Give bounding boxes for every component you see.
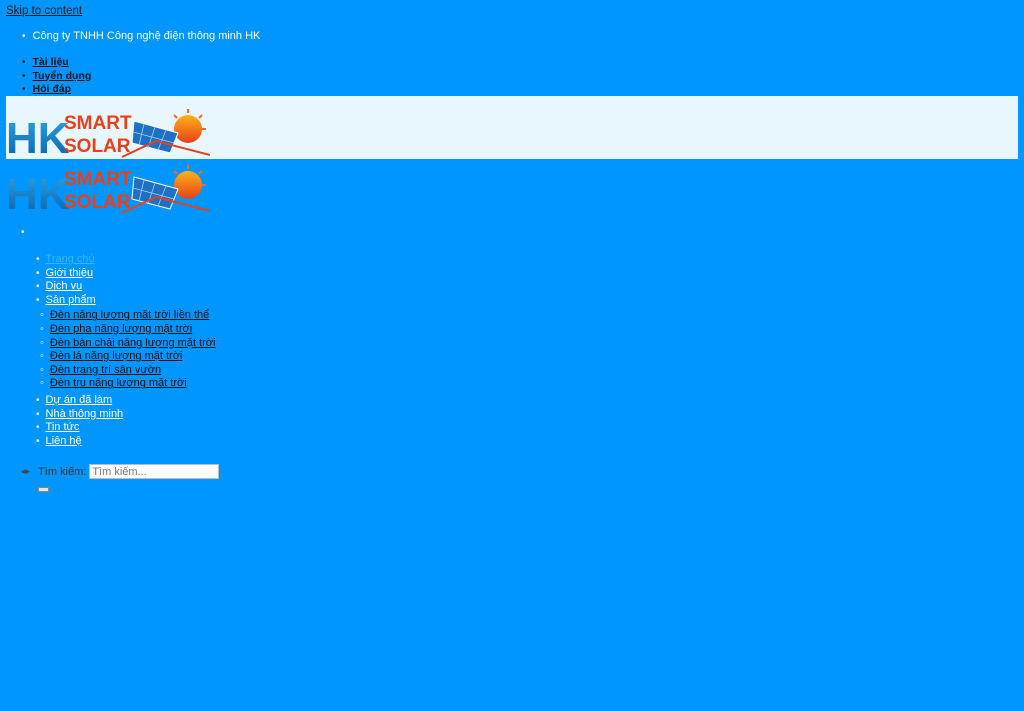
submenu-item-integrated-solar-light[interactable]: Đèn năng lượng mặt trời liền thể: [50, 309, 209, 323]
hk-smart-solar-logo-secondary[interactable]: HK SMART SOLAR: [6, 163, 210, 215]
search-submit-button[interactable]: [38, 487, 49, 492]
svg-text:SMART: SMART: [64, 169, 132, 190]
faq-link[interactable]: Hỏi đáp: [33, 83, 72, 97]
svg-text:SOLAR: SOLAR: [64, 192, 131, 213]
products-submenu: Đèn năng lượng mặt trời liền thể Đèn pha…: [36, 309, 216, 391]
search-input[interactable]: [89, 464, 220, 479]
search-form: ◂▸ Tìm kiếm:: [21, 464, 220, 479]
menu-item-about[interactable]: Giới thiệu: [46, 267, 94, 281]
documents-link[interactable]: Tài liệu: [33, 56, 69, 70]
menu-item-smart-home[interactable]: Nhà thông minh: [46, 408, 124, 422]
menu-item-services[interactable]: Dịch vụ: [46, 280, 83, 294]
menu-item-contact[interactable]: Liên hệ: [46, 435, 82, 449]
hk-smart-solar-logo[interactable]: HK SMART SOLAR: [6, 107, 210, 159]
svg-text:HK: HK: [6, 114, 70, 159]
submenu-item-garden-light[interactable]: Đèn trang trí sân vườn: [50, 364, 161, 378]
menu-item-news[interactable]: Tin tức: [46, 421, 80, 435]
recruitment-link[interactable]: Tuyển dụng: [33, 70, 92, 84]
svg-text:HK: HK: [6, 170, 70, 215]
main-menu: Trang chủ Giới thiệu Dịch vụ Sản phẩm Đè…: [36, 253, 216, 449]
company-name: Công ty TNHH Công nghệ điện thông minh H…: [22, 30, 261, 42]
submenu-item-solar-leaf-light[interactable]: Đèn lá năng lượng mặt trời: [50, 350, 182, 364]
search-label: Tìm kiếm:: [38, 465, 87, 478]
top-links: Tài liệu Tuyển dụng Hỏi đáp: [22, 56, 92, 97]
menu-item-projects[interactable]: Dự án đã làm: [46, 394, 113, 408]
submenu-item-solar-post-light[interactable]: Đèn trụ năng lượng mặt trời: [50, 377, 187, 391]
submenu-item-solar-floodlight[interactable]: Đèn pha năng lượng mặt trời: [50, 323, 192, 337]
menu-item-home[interactable]: Trang chủ: [46, 253, 95, 267]
search-toggle-icon[interactable]: ◂▸: [21, 466, 30, 477]
menu-toggle-bullet: •: [21, 227, 25, 238]
svg-text:SOLAR: SOLAR: [64, 136, 131, 157]
top-bar: Công ty TNHH Công nghệ điện thông minh H…: [22, 30, 261, 42]
menu-item-products[interactable]: Sản phẩm: [46, 294, 96, 308]
skip-to-content-link[interactable]: Skip to content: [6, 5, 82, 17]
svg-text:SMART: SMART: [64, 113, 132, 134]
submenu-item-solar-brush-light[interactable]: Đèn bàn chải năng lượng mặt trời: [50, 337, 216, 351]
